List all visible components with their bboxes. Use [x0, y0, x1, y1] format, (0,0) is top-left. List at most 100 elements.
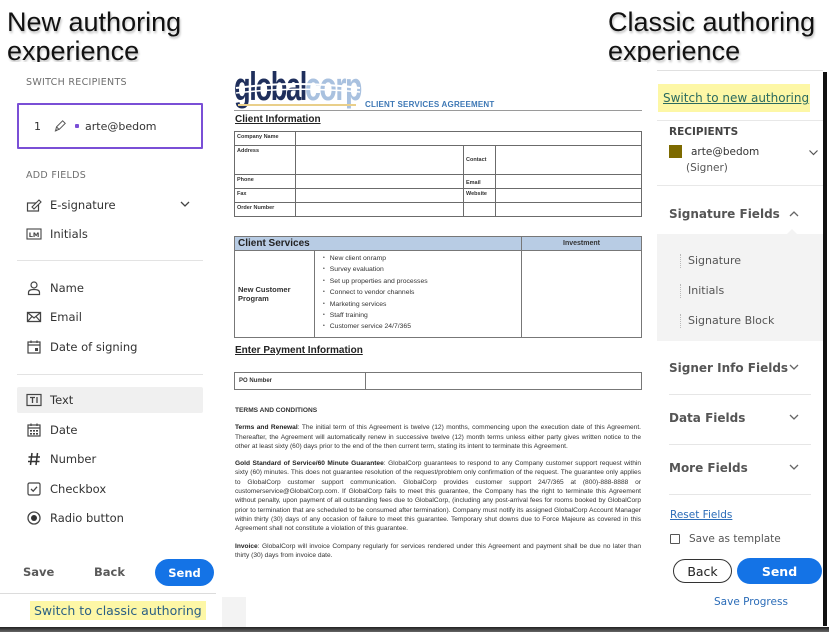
recipient-email[interactable]: arte@bedom: [691, 146, 759, 158]
contact-field[interactable]: [495, 145, 642, 175]
recipient-number: 1: [34, 119, 41, 133]
divider: [234, 110, 642, 111]
service-item: Staff training: [323, 310, 515, 321]
more-fields-header[interactable]: More Fields: [669, 461, 807, 475]
signature-field-item[interactable]: Signature: [680, 254, 741, 268]
address-label: Address: [234, 145, 296, 175]
fax-field[interactable]: [295, 188, 464, 203]
paragraph-title: Gold Standard of Service/60 Minute Guara…: [235, 460, 384, 468]
calendar-icon: [26, 339, 42, 355]
signature-fields-header[interactable]: Signature Fields: [669, 207, 807, 221]
order-number-label: Order Number: [234, 202, 296, 217]
recipient-selector[interactable]: 1 arte@bedom: [17, 103, 203, 149]
save-button[interactable]: Save: [23, 565, 54, 579]
initials-field-item[interactable]: Initials: [680, 284, 724, 298]
caption-line: Classic authoring: [608, 7, 816, 37]
agreement-title: CLIENT SERVICES AGREEMENT: [365, 100, 495, 109]
service-item: Marketing services: [323, 299, 515, 310]
payment-information-heading: Enter Payment Information: [235, 345, 363, 356]
chevron-down-icon[interactable]: [788, 413, 800, 422]
field-radio-button[interactable]: Radio button: [17, 505, 203, 531]
service-item: Survey evaluation: [323, 264, 515, 275]
divider: [657, 120, 823, 121]
field-e-signature[interactable]: E-signature: [17, 192, 203, 218]
chevron-down-icon[interactable]: [179, 198, 191, 210]
divider: [669, 444, 811, 445]
terms-paragraph: Gold Standard of Service/60 Minute Guara…: [235, 459, 641, 533]
terms-heading: TERMS AND CONDITIONS: [235, 407, 318, 414]
paragraph-text: : GlobalCorp guarantees to respond to an…: [235, 460, 642, 533]
data-fields-header[interactable]: Data Fields: [669, 411, 807, 425]
back-button[interactable]: Back: [673, 559, 732, 583]
service-item: Customer service 24/7/365: [323, 321, 515, 332]
send-button[interactable]: Send: [155, 559, 214, 586]
radio-icon: [26, 510, 42, 526]
text-field-icon: [26, 392, 42, 408]
divider: [17, 374, 203, 375]
field-label: Checkbox: [50, 482, 107, 496]
caption-line: New authoring: [7, 7, 182, 37]
fax-label: Fax: [234, 188, 296, 203]
field-email[interactable]: Email: [17, 304, 203, 330]
new-authoring-panel: SWITCH RECIPIENTS 1 arte@bedom ADD FIELD…: [0, 62, 222, 629]
switch-to-classic-link[interactable]: Switch to classic authoring: [30, 601, 206, 620]
field-label: Date: [50, 423, 78, 437]
switch-to-new-link-highlight: Switch to new authoring: [658, 84, 810, 112]
order-number-field[interactable]: [295, 202, 464, 217]
switch-to-new-link[interactable]: Switch to new authoring: [663, 91, 809, 105]
service-item: New client onramp: [323, 253, 515, 264]
checkbox-icon[interactable]: [670, 534, 680, 544]
date-icon: [26, 422, 42, 438]
chevron-down-icon[interactable]: [788, 363, 800, 372]
pen-icon: [54, 120, 66, 132]
divider: [657, 185, 823, 186]
signature-block-field-item[interactable]: Signature Block: [680, 314, 774, 328]
e-signature-icon: [26, 197, 42, 213]
website-field[interactable]: [495, 188, 642, 203]
email-field[interactable]: [495, 174, 642, 189]
section-title: Signer Info Fields: [669, 361, 789, 375]
client-information-heading: Client Information: [235, 114, 321, 125]
chevron-up-icon[interactable]: [788, 209, 800, 218]
field-label: Radio button: [50, 511, 124, 525]
field-date-of-signing[interactable]: Date of signing: [17, 334, 203, 360]
po-number-field[interactable]: [365, 372, 642, 390]
field-label: Initials: [50, 227, 88, 241]
company-name-label: Company Name: [234, 131, 296, 146]
document-preview: global corp CLIENT SERVICES AGREEMENT Cl…: [222, 62, 647, 629]
divider: [17, 260, 203, 261]
page-gutter: [222, 597, 246, 629]
service-item: Set up properties and processes: [323, 276, 515, 287]
field-text[interactable]: Text: [17, 387, 203, 413]
frame-shadow: [0, 627, 829, 632]
field-date[interactable]: Date: [17, 417, 203, 443]
company-name-field[interactable]: [295, 131, 642, 146]
phone-field[interactable]: [295, 174, 464, 189]
reset-fields-link[interactable]: Reset Fields: [670, 509, 732, 521]
new-authoring-caption: New authoring experience: [7, 8, 181, 66]
client-info-table: Company Name Address Contact Phone Email…: [234, 131, 642, 217]
investment-field[interactable]: [521, 250, 642, 338]
chevron-down-icon[interactable]: [788, 463, 800, 472]
po-number-table: PO Number: [234, 372, 642, 390]
save-as-template-checkbox[interactable]: Save as template: [670, 533, 781, 545]
classic-authoring-caption: Classic authoring experience: [608, 8, 815, 66]
person-icon: [26, 280, 42, 296]
initials-icon: LM: [26, 226, 42, 242]
field-initials[interactable]: LM Initials: [17, 221, 203, 247]
signer-info-fields-header[interactable]: Signer Info Fields: [669, 361, 807, 375]
field-label: Name: [50, 281, 84, 295]
address-field[interactable]: [295, 145, 464, 175]
back-button[interactable]: Back: [94, 565, 125, 579]
save-progress-link[interactable]: Save Progress: [714, 596, 788, 608]
field-checkbox[interactable]: Checkbox: [17, 476, 203, 502]
send-button[interactable]: Send: [737, 558, 822, 584]
chevron-down-icon[interactable]: [808, 148, 819, 157]
phone-label: Phone: [234, 174, 296, 189]
divider: [669, 494, 811, 495]
classic-authoring-panel: Switch to new authoring RECIPIENTS arte@…: [657, 70, 823, 623]
field-label: Text: [50, 393, 74, 407]
field-number[interactable]: Number: [17, 446, 203, 472]
field-name[interactable]: Name: [17, 275, 203, 301]
field-label: E-signature: [50, 198, 116, 212]
